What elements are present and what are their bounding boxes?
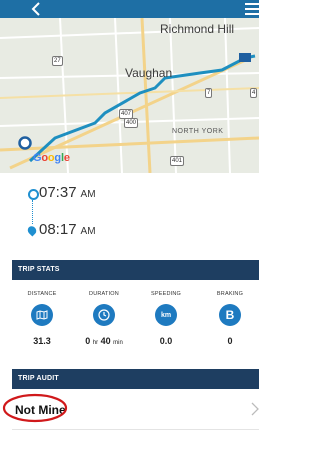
trip-map[interactable]: Richmond Hill Vaughan NORTH YORK 27 7 40… — [0, 18, 259, 173]
end-time: 08:17 — [39, 221, 77, 238]
top-bar — [0, 0, 259, 18]
map-roads — [0, 18, 259, 173]
highway-shield-400: 400 — [124, 118, 139, 128]
stat-speeding: SPEEDING km 0.0 — [136, 282, 196, 346]
chevron-right-icon — [251, 402, 259, 416]
clock-icon — [93, 304, 115, 326]
stat-duration-label: DURATION — [89, 291, 119, 297]
stat-speeding-value: 0.0 — [159, 336, 173, 346]
highlight-ellipse — [2, 393, 68, 423]
stat-distance-label: DISTANCE — [27, 291, 57, 297]
stat-braking-value: 0 — [227, 336, 233, 346]
end-time-row: 08:17 AM — [27, 221, 96, 238]
google-logo: Google — [33, 152, 70, 164]
map-label-richmond-hill: Richmond Hill — [160, 22, 235, 36]
map-icon — [31, 304, 53, 326]
start-marker-icon — [18, 136, 32, 150]
stat-duration: DURATION 0 hr 40 min — [74, 282, 134, 346]
speed-km-icon: km — [155, 304, 177, 326]
map-label-vaughan: Vaughan — [125, 66, 173, 80]
trip-audit-header: TRIP AUDIT — [12, 369, 259, 389]
braking-icon: B — [219, 304, 241, 326]
highway-shield-7: 7 — [205, 88, 213, 98]
stat-braking: BRAKING B 0 — [200, 282, 260, 346]
highway-shield-4: 4 — [250, 88, 258, 98]
menu-icon[interactable] — [245, 3, 259, 15]
stat-distance: DISTANCE 31.3 — [12, 282, 72, 346]
start-time: 07:37 — [39, 184, 77, 201]
end-time-ampm: AM — [80, 226, 96, 237]
start-time-ampm: AM — [80, 189, 96, 200]
map-label-north-york: NORTH YORK — [172, 128, 224, 135]
stat-speeding-label: SPEEDING — [150, 291, 182, 297]
destination-marker — [239, 53, 251, 62]
back-arrow-icon[interactable] — [30, 2, 44, 16]
stat-distance-value: 31.3 — [33, 336, 51, 346]
stat-duration-value: 0 hr 40 min — [85, 336, 123, 346]
start-time-row: 07:37 AM — [27, 184, 96, 201]
highway-shield-401: 401 — [170, 156, 185, 166]
stat-braking-label: BRAKING — [216, 291, 244, 297]
highway-shield-27: 27 — [52, 56, 63, 66]
trip-stats-panel: DISTANCE 31.3 DURATION 0 hr 40 min SPEED… — [12, 282, 259, 366]
trip-stats-header: TRIP STATS — [12, 260, 259, 280]
